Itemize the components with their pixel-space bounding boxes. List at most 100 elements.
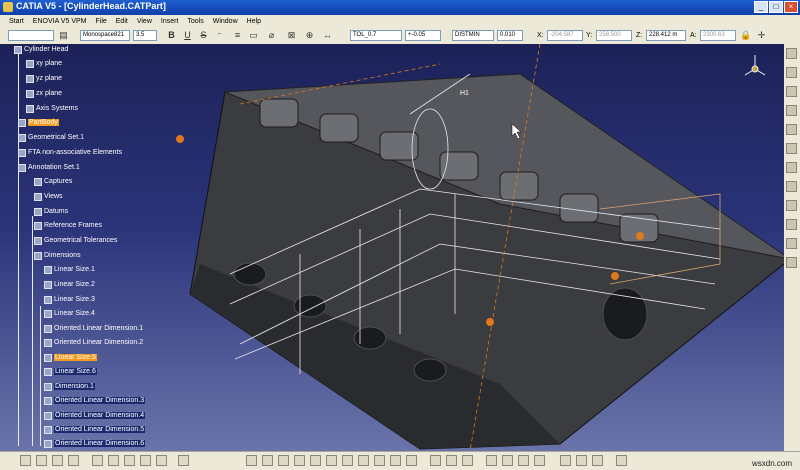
tree-item-axis-systems[interactable]: Axis Systems bbox=[26, 103, 78, 114]
tree-item-dimensions[interactable]: Dimensions bbox=[34, 250, 81, 261]
coord-x-field[interactable]: -204.587 bbox=[547, 30, 583, 41]
measure-tool-icon[interactable] bbox=[786, 238, 797, 249]
font-size-select[interactable]: 3.5 bbox=[133, 30, 157, 41]
apply-material-icon[interactable] bbox=[446, 455, 457, 466]
iso-view-icon[interactable] bbox=[358, 455, 369, 466]
geometric-tolerance-icon[interactable] bbox=[786, 124, 797, 135]
tree-item-reference-frames[interactable]: Reference Frames bbox=[34, 220, 102, 231]
formula-icon[interactable] bbox=[576, 455, 587, 466]
paste-icon[interactable] bbox=[124, 455, 135, 466]
coord-z-field[interactable]: 228.412 m bbox=[646, 30, 686, 41]
tree-item-oriented-dimension-4[interactable]: Oriented Linear Dimension.4 bbox=[44, 410, 146, 421]
fly-mode-icon[interactable] bbox=[246, 455, 257, 466]
cut-icon[interactable] bbox=[92, 455, 103, 466]
tree-item-oriented-dimension-6[interactable]: Oriented Linear Dimension.6 bbox=[44, 438, 146, 449]
menu-window[interactable]: Window bbox=[213, 18, 238, 25]
menu-tools[interactable]: Tools bbox=[187, 18, 203, 25]
tree-item-dimension-1[interactable]: Dimension.1 bbox=[44, 381, 95, 392]
style-select[interactable] bbox=[8, 30, 54, 41]
3d-viewport[interactable]: H1 Cylinder Head xy plane yz plane zx pl… bbox=[0, 44, 784, 451]
tree-item-captures[interactable]: Captures bbox=[34, 176, 72, 187]
datum-target-icon[interactable] bbox=[786, 105, 797, 116]
zoom-out-icon[interactable] bbox=[326, 455, 337, 466]
zoom-in-icon[interactable] bbox=[310, 455, 321, 466]
tree-item-partbody[interactable]: PartBody bbox=[18, 117, 59, 128]
snap-icon[interactable]: ✛ bbox=[756, 30, 767, 41]
sketcher-icon[interactable] bbox=[462, 455, 473, 466]
menu-enovia[interactable]: ENOVIA V5 VPM bbox=[33, 18, 87, 25]
tree-item-linear-size-4[interactable]: Linear Size.4 bbox=[44, 308, 95, 319]
save-icon[interactable] bbox=[52, 455, 63, 466]
swap-visible-icon[interactable] bbox=[406, 455, 417, 466]
coord-y-field[interactable]: 258.500 bbox=[596, 30, 632, 41]
tree-item-linear-size-6[interactable]: Linear Size.6 bbox=[44, 366, 97, 377]
frame-icon[interactable]: ▭ bbox=[248, 30, 259, 41]
filter-icon[interactable] bbox=[502, 455, 513, 466]
tree-item-linear-size-3[interactable]: Linear Size.3 bbox=[44, 294, 95, 305]
coord-a-field[interactable]: 2300.63 bbox=[700, 30, 736, 41]
minimize-button[interactable]: _ bbox=[754, 1, 768, 13]
capture-tool-icon[interactable] bbox=[786, 200, 797, 211]
new-file-icon[interactable] bbox=[20, 455, 31, 466]
tree-root[interactable]: Cylinder Head bbox=[14, 44, 68, 55]
menu-start[interactable]: Start bbox=[9, 18, 24, 25]
hide-show-icon[interactable] bbox=[390, 455, 401, 466]
tree-item-yz-plane[interactable]: yz plane bbox=[26, 73, 62, 84]
tree-item-linear-size-1[interactable]: Linear Size.1 bbox=[44, 264, 95, 275]
tree-item-geometrical-set[interactable]: Geometrical Set.1 bbox=[18, 132, 84, 143]
datum-icon[interactable]: ⊠ bbox=[286, 30, 297, 41]
menu-view[interactable]: View bbox=[137, 18, 152, 25]
tolerance-icon[interactable]: ⊕ bbox=[304, 30, 315, 41]
tree-item-oriented-dimension-1[interactable]: Oriented Linear Dimension.1 bbox=[44, 323, 143, 334]
shading-icon[interactable] bbox=[374, 455, 385, 466]
pan-icon[interactable] bbox=[278, 455, 289, 466]
copy-icon[interactable] bbox=[108, 455, 119, 466]
tree-item-zx-plane[interactable]: zx plane bbox=[26, 88, 62, 99]
tolerance-select[interactable]: TOL_0.7 bbox=[350, 30, 402, 41]
datum-feature-icon[interactable] bbox=[786, 86, 797, 97]
tree-item-linear-size-5[interactable]: Linear Size.5 bbox=[44, 352, 97, 363]
capture-image-icon[interactable] bbox=[486, 455, 497, 466]
normal-view-icon[interactable] bbox=[342, 455, 353, 466]
fit-all-icon[interactable] bbox=[262, 455, 273, 466]
dimension-icon[interactable]: ↔ bbox=[322, 30, 333, 41]
menu-file[interactable]: File bbox=[95, 18, 106, 25]
tree-item-oriented-dimension-5[interactable]: Oriented Linear Dimension.5 bbox=[44, 424, 146, 435]
print-icon[interactable] bbox=[68, 455, 79, 466]
font-name-select[interactable]: Monospace821 bbox=[80, 30, 130, 41]
catalog-icon[interactable] bbox=[592, 455, 603, 466]
superscript-icon[interactable]: ⁻ bbox=[214, 30, 225, 41]
menu-edit[interactable]: Edit bbox=[116, 18, 128, 25]
lock-icon[interactable]: 🔒 bbox=[740, 30, 751, 41]
tree-item-oriented-dimension-2[interactable]: Oriented Linear Dimension.2 bbox=[44, 337, 143, 348]
strikethrough-icon[interactable]: S bbox=[198, 30, 209, 41]
tree-item-datums[interactable]: Datums bbox=[34, 206, 68, 217]
menu-insert[interactable]: Insert bbox=[161, 18, 179, 25]
dimension-value-select[interactable]: 0.010 bbox=[497, 30, 523, 41]
dimension-style-select[interactable]: DISTMIN bbox=[452, 30, 494, 41]
redo-icon[interactable] bbox=[156, 455, 167, 466]
dimension-tool-icon[interactable] bbox=[786, 162, 797, 173]
tree-item-annotation-set[interactable]: Annotation Set.1 bbox=[18, 162, 80, 173]
rotate-icon[interactable] bbox=[294, 455, 305, 466]
measure-icon[interactable] bbox=[430, 455, 441, 466]
symbol-icon[interactable]: ⌀ bbox=[266, 30, 277, 41]
tree-item-xy-plane[interactable]: xy plane bbox=[26, 58, 62, 69]
section-tool-icon[interactable] bbox=[786, 219, 797, 230]
open-file-icon[interactable] bbox=[36, 455, 47, 466]
annotation-text-icon[interactable] bbox=[786, 48, 797, 59]
analysis-icon[interactable] bbox=[616, 455, 627, 466]
tree-item-fta-elements[interactable]: FTA non-associative Elements bbox=[18, 147, 122, 158]
close-button[interactable]: × bbox=[784, 1, 798, 13]
align-icon[interactable]: ≡ bbox=[232, 30, 243, 41]
flag-note-icon[interactable] bbox=[786, 67, 797, 78]
knowledge-icon[interactable] bbox=[560, 455, 571, 466]
tree-item-views[interactable]: Views bbox=[34, 191, 63, 202]
underline-icon[interactable]: U bbox=[182, 30, 193, 41]
tree-item-oriented-dimension-3[interactable]: Oriented Linear Dimension.3 bbox=[44, 395, 146, 406]
snap-tool-icon[interactable] bbox=[786, 257, 797, 268]
tolerance-value-select[interactable]: +-0.05 bbox=[405, 30, 441, 41]
format-icon[interactable]: ▤ bbox=[58, 30, 69, 41]
tree-item-geometrical-tolerances[interactable]: Geometrical Tolerances bbox=[34, 235, 117, 246]
tree-item-linear-size-2[interactable]: Linear Size.2 bbox=[44, 279, 95, 290]
